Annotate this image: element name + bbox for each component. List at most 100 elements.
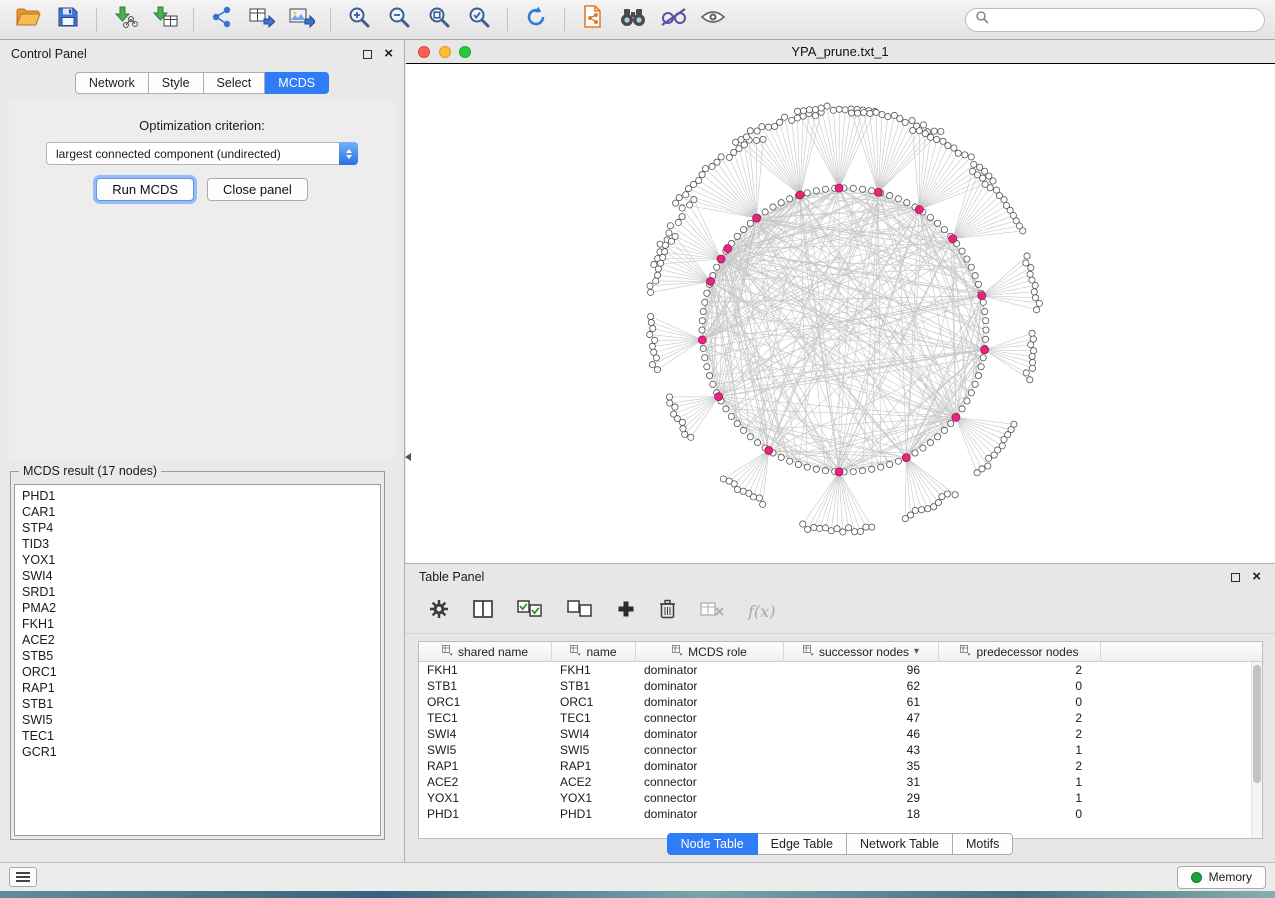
close-window-icon[interactable] bbox=[418, 46, 430, 58]
zoom-fit-button[interactable] bbox=[421, 5, 457, 35]
table-row[interactable]: RAP1RAP1dominator352 bbox=[419, 758, 1251, 774]
column-header[interactable]: predecessor nodes bbox=[939, 642, 1101, 661]
table-row[interactable]: ACE2ACE2connector311 bbox=[419, 774, 1251, 790]
table-row[interactable]: SWI4SWI4dominator462 bbox=[419, 726, 1251, 742]
column-header[interactable]: name bbox=[552, 642, 636, 661]
table-cell: 35 bbox=[784, 759, 939, 773]
result-item[interactable]: SWI5 bbox=[22, 712, 380, 728]
table-cell: FKH1 bbox=[419, 663, 552, 677]
table-row[interactable]: TEC1TEC1connector472 bbox=[419, 710, 1251, 726]
network-canvas[interactable] bbox=[406, 63, 1275, 563]
zoom-selected-button[interactable] bbox=[461, 5, 497, 35]
result-item[interactable]: SWI4 bbox=[22, 568, 380, 584]
save-session-button[interactable] bbox=[50, 5, 86, 35]
tab-edge-table[interactable]: Edge Table bbox=[758, 833, 847, 855]
table-row[interactable]: PHD1PHD1dominator180 bbox=[419, 806, 1251, 822]
close-panel-button[interactable]: Close panel bbox=[207, 178, 308, 201]
criterion-select[interactable]: largest connected component (undirected) bbox=[46, 142, 358, 165]
close-panel-icon[interactable]: × bbox=[384, 49, 393, 59]
function-builder-button[interactable]: f(x) bbox=[748, 602, 775, 621]
tab-node-table[interactable]: Node Table bbox=[667, 833, 758, 855]
column-header[interactable]: shared name bbox=[419, 642, 552, 661]
scrollbar-thumb[interactable] bbox=[1253, 665, 1261, 783]
run-mcds-button[interactable]: Run MCDS bbox=[96, 178, 194, 201]
table-row[interactable]: SWI5SWI5connector431 bbox=[419, 742, 1251, 758]
column-header[interactable]: successor nodes▾ bbox=[784, 642, 939, 661]
tab-motifs[interactable]: Motifs bbox=[953, 833, 1013, 855]
table-cell: dominator bbox=[636, 759, 784, 773]
result-item[interactable]: YOX1 bbox=[22, 552, 380, 568]
add-column-button[interactable] bbox=[617, 600, 635, 623]
result-item[interactable]: STB1 bbox=[22, 696, 380, 712]
delete-table-button[interactable] bbox=[700, 601, 724, 622]
table-row[interactable]: ORC1ORC1dominator610 bbox=[419, 694, 1251, 710]
result-item[interactable]: PMA2 bbox=[22, 600, 380, 616]
search-input[interactable] bbox=[995, 13, 1255, 27]
mcds-result-list[interactable]: PHD1CAR1STP4TID3YOX1SWI4SRD1PMA2FKH1ACE2… bbox=[14, 484, 381, 836]
table-settings-button[interactable] bbox=[429, 599, 449, 624]
memory-button[interactable]: Memory bbox=[1177, 866, 1266, 889]
share-document-button[interactable] bbox=[575, 5, 611, 35]
table-cell: SWI4 bbox=[419, 727, 552, 741]
tab-style[interactable]: Style bbox=[149, 72, 204, 94]
node-table[interactable]: shared namenameMCDS rolesuccessor nodes▾… bbox=[418, 641, 1263, 839]
zoom-selected-icon bbox=[467, 5, 491, 34]
result-item[interactable]: GCR1 bbox=[22, 744, 380, 760]
refresh-button[interactable] bbox=[518, 5, 554, 35]
result-item[interactable]: STB5 bbox=[22, 648, 380, 664]
table-cell: SWI5 bbox=[419, 743, 552, 757]
result-item[interactable]: PHD1 bbox=[22, 488, 380, 504]
chevron-down-icon[interactable]: ▾ bbox=[914, 646, 919, 657]
open-session-button[interactable] bbox=[10, 5, 46, 35]
tab-network-table[interactable]: Network Table bbox=[847, 833, 953, 855]
tab-mcds[interactable]: MCDS bbox=[265, 72, 329, 94]
column-header[interactable]: MCDS role bbox=[636, 642, 784, 661]
import-network-button[interactable] bbox=[107, 5, 143, 35]
deselect-all-button[interactable] bbox=[567, 600, 593, 623]
table-cell: STB1 bbox=[419, 679, 552, 693]
delete-column-button[interactable] bbox=[659, 599, 676, 624]
table-cell: 43 bbox=[784, 743, 939, 757]
table-row[interactable]: YOX1YOX1connector291 bbox=[419, 790, 1251, 806]
result-item[interactable]: RAP1 bbox=[22, 680, 380, 696]
result-item[interactable]: SRD1 bbox=[22, 584, 380, 600]
tab-select[interactable]: Select bbox=[204, 72, 266, 94]
select-all-button[interactable] bbox=[517, 600, 543, 623]
tab-network[interactable]: Network bbox=[75, 72, 149, 94]
export-table-button[interactable] bbox=[244, 5, 280, 35]
binoculars-icon bbox=[619, 7, 647, 32]
table-scrollbar[interactable] bbox=[1251, 662, 1262, 838]
zoom-out-button[interactable] bbox=[381, 5, 417, 35]
find-button[interactable] bbox=[615, 5, 651, 35]
table-cell: dominator bbox=[636, 695, 784, 709]
float-panel-icon[interactable] bbox=[1231, 573, 1240, 582]
result-item[interactable]: CAR1 bbox=[22, 504, 380, 520]
zoom-in-button[interactable] bbox=[341, 5, 377, 35]
network-graph[interactable] bbox=[406, 64, 1275, 563]
control-panel-header: Control Panel × bbox=[0, 40, 404, 68]
table-row[interactable]: STB1STB1dominator620 bbox=[419, 678, 1251, 694]
network-title: YPA_prune.txt_1 bbox=[405, 44, 1275, 59]
hide-glasses-button[interactable] bbox=[655, 5, 691, 35]
table-cell: connector bbox=[636, 775, 784, 789]
result-item[interactable]: ACE2 bbox=[22, 632, 380, 648]
show-columns-button[interactable] bbox=[473, 600, 493, 623]
table-body[interactable]: FKH1FKH1dominator962STB1STB1dominator620… bbox=[419, 662, 1251, 838]
maximize-window-icon[interactable] bbox=[459, 46, 471, 58]
task-history-button[interactable] bbox=[9, 867, 37, 887]
table-row[interactable]: FKH1FKH1dominator962 bbox=[419, 662, 1251, 678]
export-image-button[interactable] bbox=[284, 5, 320, 35]
toolbar-search[interactable] bbox=[965, 8, 1265, 32]
table-panel-title: Table Panel bbox=[419, 570, 484, 584]
import-table-button[interactable] bbox=[147, 5, 183, 35]
minimize-window-icon[interactable] bbox=[439, 46, 451, 58]
result-item[interactable]: FKH1 bbox=[22, 616, 380, 632]
close-panel-icon[interactable]: × bbox=[1252, 572, 1261, 582]
float-panel-icon[interactable] bbox=[363, 50, 372, 59]
show-eye-button[interactable] bbox=[695, 5, 731, 35]
export-network-button[interactable] bbox=[204, 5, 240, 35]
result-item[interactable]: STP4 bbox=[22, 520, 380, 536]
result-item[interactable]: TEC1 bbox=[22, 728, 380, 744]
result-item[interactable]: ORC1 bbox=[22, 664, 380, 680]
result-item[interactable]: TID3 bbox=[22, 536, 380, 552]
